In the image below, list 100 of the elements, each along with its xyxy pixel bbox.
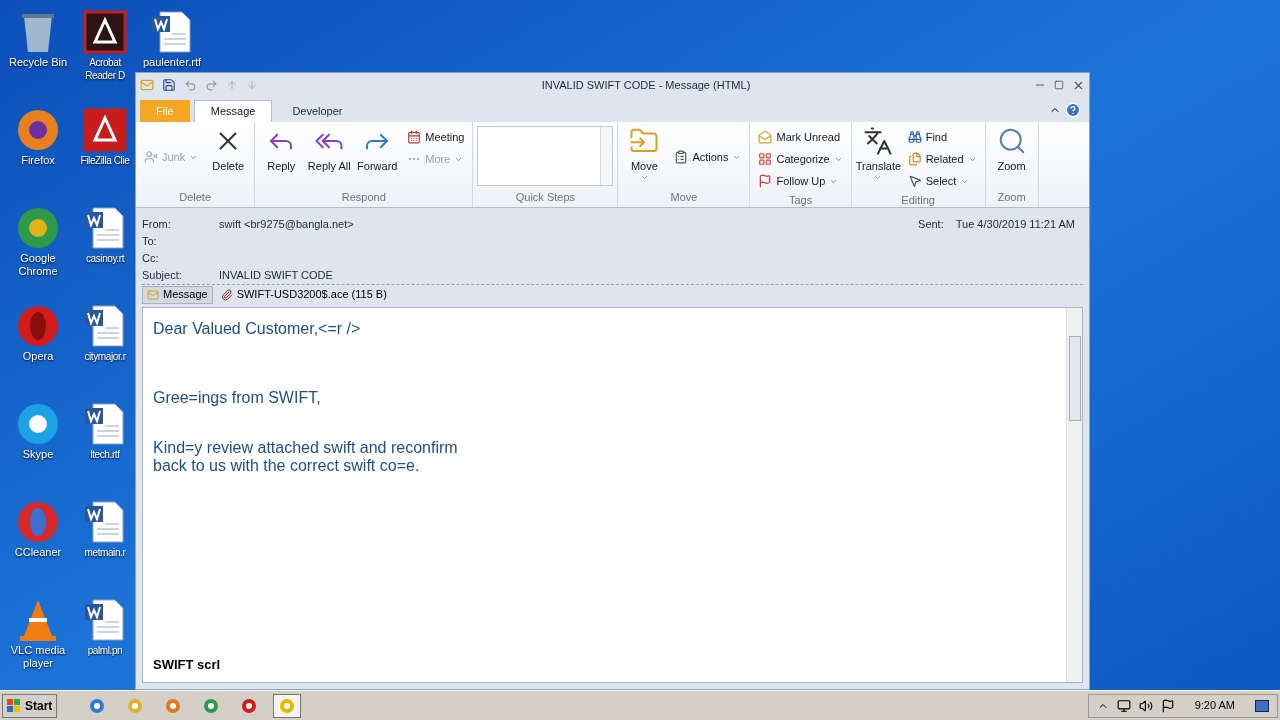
header-value: INVALID SWIFT CODE	[219, 268, 333, 284]
ribbon-button[interactable]: Actions	[670, 146, 746, 168]
ribbon-group-label: Zoom	[996, 189, 1027, 205]
message-paragraph: Kind=y review attached swift and reconfirm back to us with the correct swift co=e.	[153, 439, 459, 475]
ribbon-button[interactable]: Categorize	[754, 148, 847, 170]
desktop-icon-label: Firefox	[20, 154, 56, 167]
sent-value: Tue 4/30/2019 11:21 AM	[955, 217, 1075, 233]
app-icon	[127, 697, 144, 714]
desktop-icon-label: Recycle Bin	[7, 56, 69, 69]
ribbon-large-button[interactable]: Move	[622, 126, 667, 182]
network-icon[interactable]	[1116, 698, 1131, 713]
app-icon	[81, 106, 129, 154]
desktop-icon[interactable]: CCleaner	[1, 498, 75, 559]
ribbon-icon	[144, 150, 158, 164]
header-label: From:	[142, 217, 172, 233]
gallery-scrollbar[interactable]	[600, 127, 613, 185]
windows-logo-icon	[7, 698, 21, 713]
desktop-icon[interactable]: Skype	[1, 400, 75, 461]
app-icon	[279, 697, 296, 714]
maximize-icon[interactable]	[1054, 80, 1064, 90]
undo-icon[interactable]	[184, 78, 197, 92]
desktop-icon-label: VLC media player	[9, 644, 67, 670]
desktop-icon-label: Google Chrome	[17, 252, 59, 278]
ribbon-button[interactable]: Find	[903, 126, 981, 148]
desktop-icon[interactable]: Acrobat Reader D	[76, 8, 134, 82]
ribbon-button[interactable]: Select	[903, 170, 981, 192]
message-paragraph: Gree=ings from SWIFT,	[153, 389, 322, 407]
taskbar-app[interactable]	[273, 693, 302, 718]
start-button[interactable]: Start	[2, 693, 58, 718]
desktop-icon[interactable]: casinoy.rt	[76, 204, 134, 265]
desktop-icon[interactable]: Firefox	[1, 106, 75, 167]
scrollbar-thumb[interactable]	[1068, 336, 1081, 421]
desktop-icon-label: ltech.rtf	[89, 448, 121, 461]
signature: SWIFT scrl	[153, 656, 222, 674]
ribbon-group-label: Respond	[340, 189, 387, 205]
desktop-icon-label: metmain.r	[83, 546, 127, 559]
ribbon-large-button[interactable]: Forward	[355, 126, 400, 173]
ribbon-button[interactable]: Meeting	[403, 126, 469, 148]
ribbon-icon	[758, 152, 773, 166]
mail-icon	[140, 78, 154, 92]
desktop-icon-label: FileZilla Clie	[79, 154, 131, 167]
desktop-icon-label: palml.pn	[86, 644, 124, 657]
ribbon-large-button[interactable]: Zoom	[989, 126, 1034, 173]
ribbon-group-label: Quick Steps	[514, 189, 577, 205]
header-label: Subject:	[142, 268, 183, 284]
ribbon-group-label: Move	[669, 189, 699, 205]
redo-icon[interactable]	[205, 78, 218, 92]
app-icon	[81, 8, 129, 56]
ribbon-button[interactable]: Mark Unread	[754, 126, 847, 148]
sent-label: Sent:	[918, 217, 944, 233]
ribbon-icon	[907, 174, 922, 188]
ribbon-tab[interactable]: Message	[193, 100, 273, 122]
dropdown-caret-icon	[873, 173, 883, 182]
app-icon	[241, 697, 258, 714]
ribbon-button[interactable]: Related	[903, 148, 981, 170]
header-value: swift <br9275@bangla.net>	[219, 217, 354, 233]
desktop-icon[interactable]: Recycle Bin	[1, 8, 75, 69]
clock[interactable]: 9:20 AM	[1194, 697, 1235, 714]
volume-icon[interactable]	[1138, 698, 1153, 713]
ribbon-group-label: Delete	[178, 189, 212, 205]
show-desktop-button[interactable]	[1255, 699, 1269, 712]
ribbon-button[interactable]: Follow Up	[754, 170, 847, 192]
ribbon-icon	[674, 150, 689, 164]
message-tab[interactable]: Message	[142, 285, 213, 304]
ribbon-icon	[907, 130, 922, 144]
header-label: To:	[142, 234, 158, 250]
desktop-icon[interactable]: paulenter.rtf	[135, 8, 209, 69]
desktop-icon[interactable]: FileZilla Clie	[76, 106, 134, 167]
attachment-tab[interactable]: SWIFT-USD3200$.ace (115 B)	[216, 285, 391, 304]
dropdown-caret-icon	[639, 173, 649, 182]
ribbon-large-button[interactable]: Reply	[259, 126, 304, 173]
desktop-icon-label: citymajor.r	[83, 350, 127, 363]
desktop-icon[interactable]: citymajor.r	[76, 302, 134, 363]
ribbon-icon	[907, 152, 922, 166]
ribbon-large-button[interactable]: Reply All	[307, 126, 352, 173]
header-label: Cc:	[142, 251, 160, 267]
flag-icon[interactable]	[1160, 698, 1175, 713]
desktop-icon[interactable]: metmain.r	[76, 498, 134, 559]
ribbon-large-button[interactable]: Translate	[855, 126, 900, 182]
app-icon	[89, 697, 106, 714]
desktop-icon[interactable]: palml.pn	[76, 596, 134, 657]
desktop-icon-label: CCleaner	[13, 546, 63, 559]
ribbon-large-button[interactable]: Delete	[206, 126, 251, 173]
ribbon-icon	[862, 126, 893, 156]
app-icon	[165, 697, 182, 714]
scrollbar[interactable]	[1066, 308, 1082, 682]
ribbon-tab[interactable]: Developer	[276, 100, 359, 122]
help-icon[interactable]	[1065, 102, 1081, 118]
desktop-icon-label: Acrobat Reader D	[84, 56, 126, 82]
desktop-icon[interactable]: VLC media player	[1, 596, 75, 670]
app-icon	[203, 697, 220, 714]
desktop-icon[interactable]: ltech.rtf	[76, 400, 134, 461]
ribbon-group-label: Editing	[900, 193, 936, 208]
desktop-icon[interactable]: Google Chrome	[1, 204, 75, 278]
desktop-icon[interactable]: Opera	[1, 302, 75, 363]
ribbon-icon	[758, 174, 773, 188]
save-icon[interactable]	[162, 78, 176, 92]
desktop-icon-label: paulenter.rtf	[141, 56, 203, 69]
desktop-icon-label: Skype	[21, 448, 55, 461]
desktop-icon-label: Opera	[21, 350, 55, 363]
